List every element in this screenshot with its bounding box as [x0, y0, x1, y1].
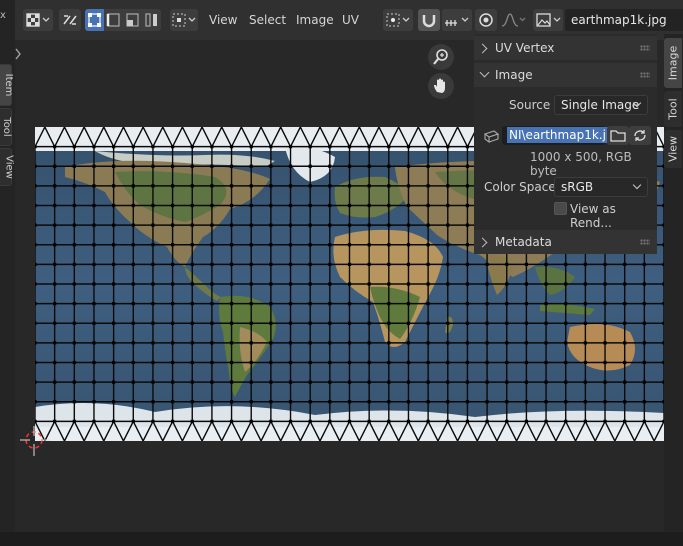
reload-image-button[interactable]: [629, 126, 651, 145]
color-space-value: sRGB: [561, 180, 594, 194]
image-panel-header[interactable]: Image: [474, 63, 657, 87]
uv-editor-icon: [26, 13, 50, 27]
left-tab-strip: x Item Tool View: [0, 0, 15, 546]
proportional-icon: [479, 13, 493, 27]
chevron-down-icon: [632, 180, 642, 190]
uv-vertex-panel-header[interactable]: UV Vertex: [474, 36, 657, 60]
snap-target-button[interactable]: [442, 9, 472, 31]
sidebar-tab-strip: Image Tool View: [664, 34, 683, 532]
folder-icon: [610, 130, 626, 142]
color-space-label: Color Space: [484, 180, 556, 194]
proportional-falloff-button[interactable]: [499, 9, 527, 31]
vertex-select-button[interactable]: [85, 9, 104, 31]
chevron-right-icon: [477, 237, 488, 248]
vertex-select-icon: [88, 13, 101, 27]
image-panel-title: Image: [495, 68, 533, 82]
browse-image-button[interactable]: [533, 9, 563, 31]
menu-select[interactable]: Select: [249, 13, 286, 27]
2d-cursor-icon[interactable]: [20, 426, 50, 456]
island-select-button[interactable]: [142, 9, 161, 31]
reload-icon: [634, 130, 646, 141]
menu-image[interactable]: Image: [296, 13, 334, 27]
drag-grip-icon[interactable]: [640, 45, 650, 51]
drag-grip-icon[interactable]: [640, 239, 650, 245]
filepath-field[interactable]: NI\earthmap1k.jpg: [502, 126, 624, 145]
zoom-icon: [433, 49, 448, 65]
pan-button[interactable]: [428, 73, 454, 99]
image-info-text: 1000 x 500, RGB byte: [530, 150, 632, 178]
editor-type-button[interactable]: [23, 9, 53, 31]
drag-grip-icon[interactable]: [640, 72, 650, 78]
snap-increment-icon: [445, 17, 469, 26]
toolbar-expand-arrow[interactable]: [15, 44, 23, 64]
left-tab-item[interactable]: Item: [0, 64, 14, 106]
source-label: Source: [509, 98, 551, 112]
metadata-panel-header[interactable]: Metadata: [474, 230, 657, 254]
pack-image-button[interactable]: [482, 128, 500, 144]
face-select-button[interactable]: [123, 9, 142, 31]
hand-icon: [434, 78, 445, 93]
left-edge-glyph: x: [0, 10, 6, 21]
zoom-button[interactable]: [428, 44, 454, 70]
select-mode-group: [85, 9, 161, 31]
snap-toggle[interactable]: [418, 9, 440, 31]
image-name-text: earthmap1k.jpg: [571, 13, 667, 27]
proportional-edit-toggle[interactable]: [475, 9, 497, 31]
menu-view[interactable]: View: [209, 13, 237, 27]
edge-select-icon: [106, 13, 120, 27]
sticky-select-button[interactable]: [170, 9, 198, 31]
pivot-icon: [386, 13, 410, 27]
pivot-point-button[interactable]: [383, 9, 413, 31]
uv-sync-icon: [63, 15, 77, 25]
tab-image[interactable]: Image: [664, 38, 682, 88]
image-name-field[interactable]: earthmap1k.jpg: [565, 9, 683, 31]
source-value: Single Image: [561, 98, 640, 112]
island-select-icon: [145, 13, 157, 27]
package-icon: [483, 130, 500, 144]
chevron-right-icon: [477, 43, 488, 54]
left-tab-tool[interactable]: Tool: [0, 108, 12, 146]
falloff-curve-icon: [501, 13, 526, 27]
uv-vertex-title: UV Vertex: [495, 41, 555, 55]
filepath-text: NI\earthmap1k.jpg: [507, 127, 624, 143]
metadata-title: Metadata: [495, 235, 552, 249]
view-as-render-checkbox[interactable]: [554, 202, 567, 215]
uv-sync-button[interactable]: [59, 9, 81, 31]
color-space-dropdown[interactable]: sRGB: [554, 177, 648, 197]
left-tab-view[interactable]: View: [0, 148, 14, 186]
tab-tool[interactable]: Tool: [664, 91, 682, 127]
status-bar: [0, 532, 683, 546]
chevron-right-icon: [15, 48, 21, 60]
sticky-select-icon: [172, 13, 196, 27]
menu-uv[interactable]: UV: [342, 13, 359, 27]
face-select-icon: [126, 13, 139, 27]
tab-view[interactable]: View: [664, 130, 682, 168]
image-icon: [536, 13, 561, 27]
sidebar-image-panel: UV Vertex Image Source Single Image NI\e…: [474, 34, 657, 254]
chevron-down-icon: [479, 67, 490, 78]
browse-folder-button[interactable]: [607, 126, 629, 145]
view-as-render-label: View as Rend...: [570, 202, 616, 230]
source-dropdown[interactable]: Single Image: [554, 95, 648, 115]
edge-select-button[interactable]: [104, 9, 123, 31]
snap-magnet-icon: [422, 15, 436, 28]
